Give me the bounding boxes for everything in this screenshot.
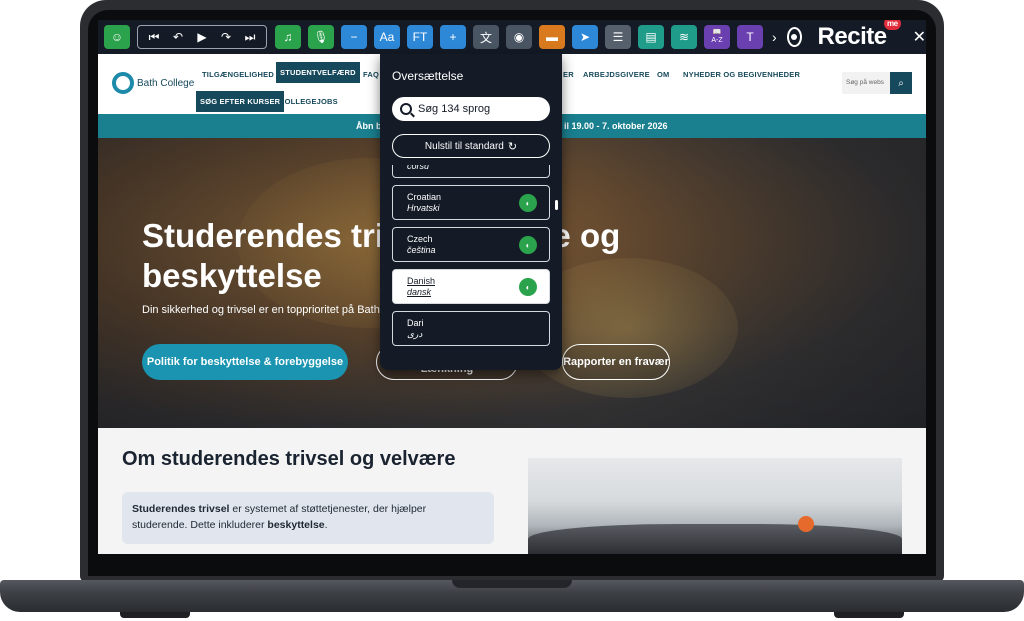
speaker-icon[interactable]: ◐ (519, 236, 537, 254)
reset-default-button[interactable]: Nulstil til standard ↻ (392, 134, 550, 158)
redo-icon[interactable]: ↷ (214, 30, 238, 44)
skip-forward-icon[interactable]: ⏭ (238, 30, 262, 45)
students-photo (528, 458, 902, 554)
playback-controls: ⏮ ↶ ▶ ↷ ⏭ (137, 25, 267, 49)
intro-text-box: Studerendes trivsel er systemet af støtt… (122, 492, 494, 544)
site-search-input[interactable]: Søg på webs (842, 72, 890, 94)
reload-icon: ↻ (507, 140, 518, 153)
logo-mark-icon (112, 72, 134, 94)
skip-back-icon[interactable]: ⏮ (142, 30, 166, 45)
microphone-icon[interactable]: 🎙 (308, 25, 334, 49)
nav-student-welfare[interactable]: STUDENTVELFÆRD (276, 62, 360, 83)
report-absence-button[interactable]: Rapporter en fravær (562, 344, 670, 380)
more-arrow-icon[interactable]: › (772, 29, 777, 45)
language-item-dari[interactable]: Dari دری (392, 311, 550, 346)
section-title: Om studerendes trivsel og velvære (122, 448, 456, 470)
language-item-corsu[interactable]: corsu (392, 165, 550, 178)
search-icon[interactable]: ⌕ (890, 72, 912, 94)
nav-employers[interactable]: ARBEJDSGIVERE (583, 70, 650, 79)
close-icon[interactable]: ✕ (913, 27, 926, 47)
recite-me-icon[interactable]: ☺ (104, 25, 130, 49)
undo-icon[interactable]: ↶ (166, 30, 190, 44)
panel-title: Oversættelse (392, 69, 464, 83)
play-icon[interactable]: ▶ (190, 30, 214, 44)
safeguarding-policy-button[interactable]: Politik for beskyttelse & forebyggelse (142, 344, 348, 380)
font-type-button[interactable]: FT (407, 25, 433, 49)
settings-ring-icon[interactable] (786, 27, 802, 47)
language-search-input[interactable]: Søg 134 sprog (392, 97, 550, 121)
nav-item-er[interactable]: ER (563, 70, 574, 79)
recite-toolbar: ☺ ⏮ ↶ ▶ ↷ ⏭ ♫ 🎙 − Aa FT + 文 ◉ ▬ ➤ ☰ ▤ ≋ … (98, 20, 926, 54)
language-item-croatian[interactable]: Croatian Hrvatski ◐ (392, 185, 550, 220)
search-icon (400, 103, 412, 115)
intro-section: Om studerendes trivsel og velvære Studer… (98, 428, 926, 554)
nav-about[interactable]: OM (657, 70, 669, 79)
nav-news-events[interactable]: NYHEDER OG BEGIVENHEDER (683, 70, 800, 79)
decrease-text-icon[interactable]: − (341, 25, 367, 49)
font-button[interactable]: Aa (374, 25, 400, 49)
language-item-danish[interactable]: Danish dansk ◐ (392, 269, 550, 304)
color-wheel-icon[interactable]: ◉ (506, 25, 532, 49)
language-item-czech[interactable]: Czech čeština ◐ (392, 227, 550, 262)
nav-college-jobs[interactable]: COLLEGEJOBS (279, 97, 338, 106)
translation-panel: Oversættelse Søg 134 sprog Nulstil til s… (380, 54, 562, 370)
screen: ☺ ⏮ ↶ ▶ ↷ ⏭ ♫ 🎙 − Aa FT + 文 ◉ ▬ ➤ ☰ ▤ ≋ … (98, 20, 926, 554)
screen-mask-icon[interactable]: ☰ (605, 25, 631, 49)
reader-view-icon[interactable]: ▤ (638, 25, 664, 49)
hero-subtitle: Din sikkerhed og trivsel er en toppriori… (142, 304, 380, 316)
language-list: corsu Croatian Hrvatski ◐ Czech čeština … (392, 165, 550, 365)
music-icon[interactable]: ♫ (275, 25, 301, 49)
nav-accessibility[interactable]: TILGÆNGELIGHED (202, 70, 274, 79)
layers-icon[interactable]: ≋ (671, 25, 697, 49)
increase-text-icon[interactable]: + (440, 25, 466, 49)
dictionary-icon[interactable]: 📖 A-Z (704, 25, 730, 49)
site-logo[interactable]: Bath College (112, 72, 194, 94)
scrollbar-thumb[interactable] (555, 200, 558, 210)
speaker-icon[interactable]: ◐ (519, 278, 537, 296)
nav-faq[interactable]: FAQ (363, 70, 379, 79)
laptop-base (0, 580, 1024, 621)
ruler-icon[interactable]: ▬ (539, 25, 565, 49)
speaker-icon[interactable]: ◐ (519, 194, 537, 212)
recite-logo: Recite me (818, 20, 901, 51)
text-tools-icon[interactable]: T (737, 25, 763, 49)
cursor-icon[interactable]: ➤ (572, 25, 598, 49)
nav-course-search[interactable]: SØG EFTER KURSER (196, 91, 285, 112)
translate-icon[interactable]: 文 (473, 25, 499, 49)
